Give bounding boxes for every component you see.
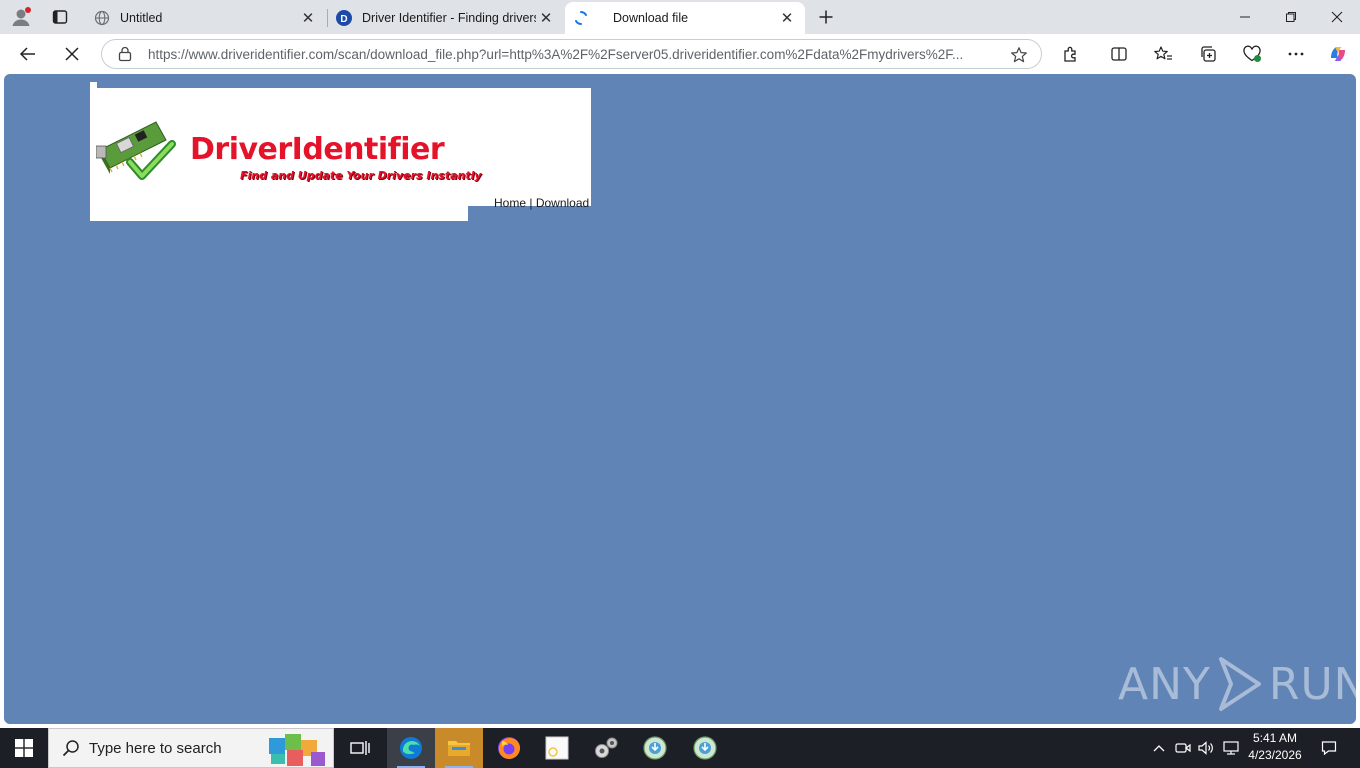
installer-icon[interactable] <box>631 728 679 768</box>
clock-date: 4/23/2026 <box>1248 748 1302 762</box>
minimize-icon[interactable] <box>1222 0 1268 34</box>
collections-icon[interactable] <box>1192 38 1224 70</box>
watermark-left-text: ANY <box>1118 658 1211 710</box>
clock-time: 5:41 AM <box>1252 731 1298 745</box>
windows-start-icon[interactable] <box>0 728 48 768</box>
tab-download-file[interactable]: Download file ✕ <box>565 2 805 34</box>
close-tab-icon[interactable]: ✕ <box>298 8 318 28</box>
favorites-icon[interactable] <box>1147 38 1179 70</box>
search-icon <box>61 738 81 758</box>
anyrun-watermark: ANY RUN <box>1118 656 1356 712</box>
driver-identifier-favicon-icon: D <box>336 10 352 26</box>
tab-actions-icon[interactable] <box>45 3 75 31</box>
nav-download-link[interactable]: Download <box>536 196 589 210</box>
notifications-icon[interactable] <box>1314 728 1344 768</box>
nav-home-link[interactable]: Home <box>494 196 526 210</box>
back-icon[interactable] <box>12 38 44 70</box>
brand-name: DriverIdentifier <box>190 132 445 167</box>
stop-loading-icon[interactable] <box>56 38 88 70</box>
close-tab-icon[interactable]: ✕ <box>536 8 556 28</box>
site-nav: Home | Download <box>494 196 589 210</box>
tab-driver-identifier[interactable]: D Driver Identifier - Finding drivers f … <box>328 2 564 34</box>
network-card-logo-icon[interactable] <box>95 114 176 184</box>
notepad-icon[interactable] <box>533 728 581 768</box>
more-options-icon[interactable] <box>1280 38 1312 70</box>
tab-title: Untitled <box>120 11 163 25</box>
loading-spinner-icon <box>573 10 589 26</box>
extensions-icon[interactable] <box>1055 38 1087 70</box>
edge-taskbar-icon[interactable] <box>387 728 435 768</box>
tab-strip: Untitled ✕ D Driver Identifier - Finding… <box>0 0 1360 34</box>
split-screen-icon[interactable] <box>1103 38 1135 70</box>
page-viewport: DriverIdentifier Find and Update Your Dr… <box>4 74 1356 724</box>
task-view-icon[interactable] <box>336 728 384 768</box>
svg-text:D: D <box>340 14 347 25</box>
lock-icon[interactable] <box>116 45 134 63</box>
search-placeholder: Type here to search <box>89 739 222 757</box>
show-hidden-icons-icon[interactable] <box>1148 728 1170 768</box>
nav-separator: | <box>529 196 533 210</box>
profile-icon[interactable] <box>6 3 36 31</box>
gears-icon[interactable] <box>582 728 630 768</box>
taskbar-clock[interactable]: 5:41 AM 4/23/2026 <box>1246 730 1304 764</box>
volume-icon[interactable] <box>1196 728 1218 768</box>
address-bar[interactable]: https://www.driveridentifier.com/scan/do… <box>101 39 1042 69</box>
network-icon[interactable] <box>1220 728 1242 768</box>
browser-essentials-icon[interactable] <box>1236 38 1268 70</box>
play-logo-icon <box>1218 657 1261 711</box>
watermark-right-text: RUN <box>1268 658 1356 710</box>
tab-title: Download file <box>613 11 689 25</box>
browser-toolbar: https://www.driveridentifier.com/scan/do… <box>0 34 1360 74</box>
taskbar-search[interactable]: Type here to search <box>48 728 334 768</box>
file-explorer-icon[interactable] <box>435 728 483 768</box>
installer-icon[interactable] <box>681 728 729 768</box>
copilot-icon[interactable] <box>1322 38 1354 70</box>
site-header-extension <box>90 206 468 221</box>
globe-icon <box>94 10 110 26</box>
puzzle-highlight-icon <box>269 734 325 766</box>
close-tab-icon[interactable]: ✕ <box>777 8 797 28</box>
tab-untitled[interactable]: Untitled ✕ <box>86 2 326 34</box>
favorite-star-icon[interactable] <box>1009 45 1029 65</box>
windows-taskbar: Type here to search 5:41 AM 4/23/2026 <box>0 728 1360 768</box>
meet-now-icon[interactable] <box>1172 728 1194 768</box>
brand-tagline: Find and Update Your Drivers Instantly <box>240 169 482 182</box>
restore-icon[interactable] <box>1268 0 1314 34</box>
url-text[interactable]: https://www.driveridentifier.com/scan/do… <box>148 47 988 62</box>
new-tab-icon[interactable] <box>811 3 841 31</box>
firefox-icon[interactable] <box>485 728 533 768</box>
close-window-icon[interactable] <box>1314 0 1360 34</box>
tab-title: Driver Identifier - Finding drivers f <box>362 11 536 25</box>
